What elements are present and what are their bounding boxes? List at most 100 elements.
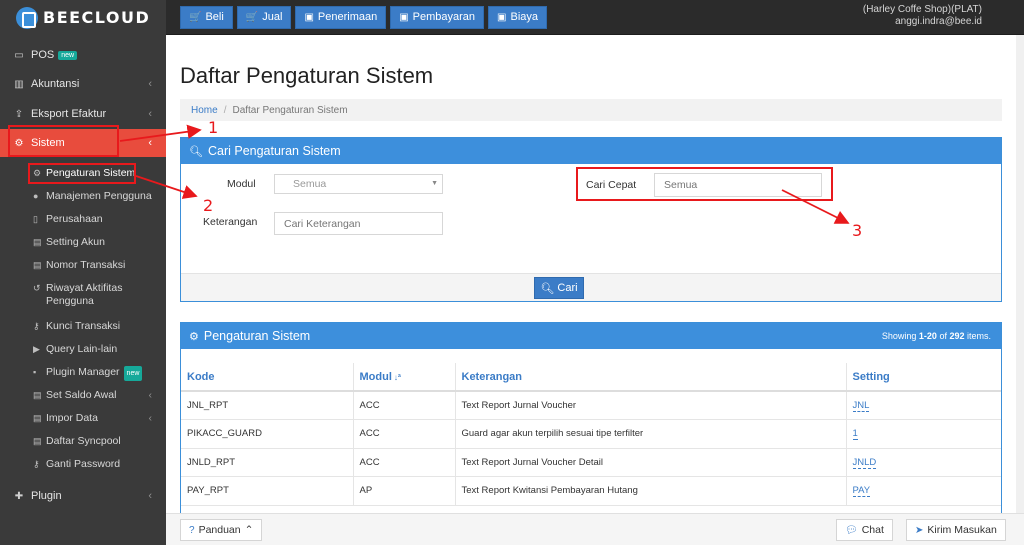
subitem-label: Riwayat Aktifitas Pengguna [46,282,123,307]
sidebar-subitem-setting-akun[interactable]: ▤ Setting Akun [0,236,166,249]
sidebar-item-eksport-efaktur[interactable]: ⇪ Eksport Efaktur ‹ [0,101,166,127]
modul-label: Modul [227,178,256,190]
logo-text: BEECLOUD [43,8,151,27]
search-icon: 🔍︎ [540,282,555,295]
sidebar-item-label: POS [31,49,55,61]
jual-label: Jual [262,11,283,23]
breadcrumb-separator: / [223,104,227,116]
money-icon: ▣ [304,12,314,23]
user-email: anggi.indra@bee.id [895,16,982,27]
sidebar-item-akuntansi[interactable]: ▥ Akuntansi ‹ [0,71,166,97]
building-icon: ▯ [33,214,38,224]
column-kode[interactable]: Kode [181,363,354,392]
column-kode-label: Kode [187,370,215,383]
sidebar-subitem-riwayat-aktifitas[interactable]: ↺ Riwayat Aktifitas Pengguna [0,282,150,308]
user-shop: (Harley Coffe Shop)(PLAT) [862,4,982,15]
chevron-up-icon: ⌃ [244,524,254,536]
keterangan-input[interactable] [274,212,443,235]
annotation-label-3: 3 [852,221,863,240]
sidebar-subitem-perusahaan[interactable]: ▯ Perusahaan [0,213,166,226]
sidebar-subitem-query-lain-lain[interactable]: ▶ Query Lain-lain [0,343,166,356]
keterangan-label: Keterangan [203,216,258,228]
search-panel: 🔍︎ Cari Pengaturan Sistem Modul Semua ▼ … [180,137,1002,302]
cart-icon: 🛒 [245,12,259,23]
chevron-left-icon: ‹ [148,389,153,401]
cell-keterangan: Text Report Jurnal Voucher [455,391,847,420]
setting-edit-link[interactable]: 1 [852,428,858,441]
quick-actions: 🛒 Beli 🛒 Jual ▣ Penerimaan ▣ Pembayaran ▣ Bia… [180,6,548,29]
table-row: PIKACC_GUARD ACC Guard agar akun terpili… [181,419,1001,449]
penerimaan-button[interactable]: ▣ Penerimaan [295,6,387,29]
list-panel: ⚙ Pengaturan Sistem Showing 1-20 of 292 … [180,322,1002,522]
list-icon: ▤ [33,237,42,247]
penerimaan-label: Penerimaan [317,11,378,23]
cari-button[interactable]: 🔍︎ Cari [534,277,584,299]
column-setting-label: Setting [852,370,890,383]
chat-button[interactable]: 💬︎ Chat [836,519,893,541]
play-icon: ▶ [33,344,40,354]
modul-select[interactable]: Semua ▼ [274,174,443,194]
setting-edit-link[interactable]: JNLD [852,456,877,469]
page-title: Daftar Pengaturan Sistem [180,63,434,88]
column-modul-label: Modul [359,370,392,383]
users-icon: ● [33,191,39,201]
subitem-label: Nomor Transaksi [46,259,126,271]
kirim-masukan-button[interactable]: ➤ Kirim Masukan [906,519,1006,541]
sidebar-subitem-set-saldo-awal[interactable]: ▤ Set Saldo Awal ‹ [0,389,166,402]
key-icon: ⚷ [33,321,40,331]
biaya-button[interactable]: ▣ Biaya [488,6,548,29]
setting-edit-link[interactable]: JNL [852,400,870,412]
jual-button[interactable]: 🛒 Jual [236,6,292,29]
sidebar-item-label: Plugin [31,490,62,502]
beli-button[interactable]: 🛒 Beli [180,6,233,29]
sidebar-subitem-impor-data[interactable]: ▤ Impor Data ‹ [0,412,166,425]
column-modul[interactable]: Modul ↓ª [353,363,456,392]
chevron-down-icon: ▼ [431,180,438,187]
showing-range: 1-20 [918,331,937,341]
pembayaran-button[interactable]: ▣ Pembayaran [390,6,485,29]
search-panel-footer: 🔍︎ Cari [181,273,1001,301]
plug-icon: ▪ [33,367,37,377]
panduan-button[interactable]: ? Panduan ⌃ [180,519,263,541]
sidebar-subitem-manajemen-pengguna[interactable]: ● Manajemen Pengguna [0,190,166,203]
puzzle-icon: ✚ [14,490,24,502]
page-scrollbar[interactable] [1016,35,1024,513]
sidebar-subitem-nomor-transaksi[interactable]: ▤ Nomor Transaksi [0,259,166,272]
cell-kode: PIKACC_GUARD [181,419,354,449]
sidebar-subitem-daftar-syncpool[interactable]: ▤ Daftar Syncpool [0,435,166,448]
sidebar-subitem-plugin-manager[interactable]: ▪ Plugin Manager new [0,366,166,381]
chat-label: Chat [861,524,884,536]
pembayaran-label: Pembayaran [412,11,476,23]
subitem-label: Manajemen Pengguna [46,190,152,202]
user-info[interactable]: (Harley Coffe Shop)(PLAT) anggi.indra@be… [863,4,982,28]
subitem-label: Kunci Transaksi [46,320,121,332]
breadcrumb-home-link[interactable]: Home [191,105,218,116]
setting-edit-link[interactable]: PAY [852,485,871,498]
monitor-icon: ▭ [14,49,24,61]
cell-kode: JNLD_RPT [181,448,354,477]
subitem-label: Impor Data [46,412,98,424]
cell-setting: JNLD [846,448,1001,477]
sidebar-item-pos[interactable]: ▭ POS new [0,42,166,68]
cell-modul: ACC [353,419,456,449]
list-icon: ▤ [33,390,42,400]
cell-modul: AP [353,476,456,506]
annotation-label-1: 1 [208,118,219,137]
chevron-left-icon: ‹ [148,108,152,120]
sidebar-item-plugin[interactable]: ✚ Plugin ‹ [0,483,166,509]
gears-icon: ⚙ [189,330,199,343]
app-logo[interactable]: BEECLOUD [0,0,166,35]
biaya-label: Biaya [510,11,539,23]
cell-setting: 1 [846,419,1001,449]
sidebar-subitem-kunci-transaksi[interactable]: ⚷ Kunci Transaksi [0,320,166,333]
history-icon: ↺ [33,283,41,293]
bottom-bar: ? Panduan ⌃ 💬︎ Chat ➤ Kirim Masukan [166,513,1024,545]
search-panel-header: 🔍︎ Cari Pengaturan Sistem [181,138,1001,164]
cell-modul: ACC [353,391,456,420]
subitem-label: Plugin Manager [46,366,120,378]
chart-icon: ▥ [14,78,24,90]
column-keterangan-label: Keterangan [461,370,523,383]
column-setting[interactable]: Setting [846,363,1001,392]
sidebar-subitem-ganti-password[interactable]: ⚷ Ganti Password [0,458,166,471]
column-keterangan[interactable]: Keterangan [455,363,847,392]
